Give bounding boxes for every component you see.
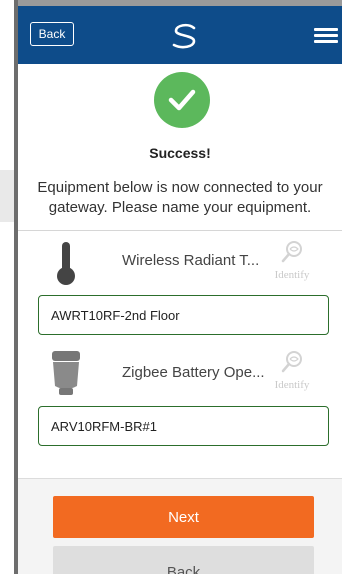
top-bar: Back xyxy=(18,0,342,64)
footer-back-button[interactable]: Back xyxy=(53,546,314,574)
success-message: Equipment below is now connected to your… xyxy=(37,179,323,216)
identify-label: Identify xyxy=(274,269,310,281)
battery-valve-icon xyxy=(52,351,80,395)
next-button[interactable]: Next xyxy=(53,496,314,538)
identify-label: Identify xyxy=(274,379,310,391)
identify-button[interactable]: Identify xyxy=(268,350,316,391)
equipment-name: Wireless Radiant T... xyxy=(122,252,260,269)
identify-magnifier-icon xyxy=(281,351,302,373)
identify-button[interactable]: Identify xyxy=(268,240,316,281)
app-screen: Back Success! Equipment below is now con… xyxy=(18,0,342,574)
success-title: Success! xyxy=(149,145,211,161)
success-check-icon xyxy=(154,72,210,128)
equipment-name-input[interactable] xyxy=(38,406,329,446)
header-back-button[interactable]: Back xyxy=(30,22,74,46)
equipment-name-input[interactable] xyxy=(38,295,329,335)
equipment-name: Zigbee Battery Ope... xyxy=(122,364,265,381)
logo-icon xyxy=(172,23,196,49)
divider xyxy=(18,230,342,231)
status-strip xyxy=(18,0,342,6)
identify-magnifier-icon xyxy=(281,241,302,263)
thermometer-icon xyxy=(57,242,75,285)
hamburger-menu-icon[interactable] xyxy=(314,28,338,44)
